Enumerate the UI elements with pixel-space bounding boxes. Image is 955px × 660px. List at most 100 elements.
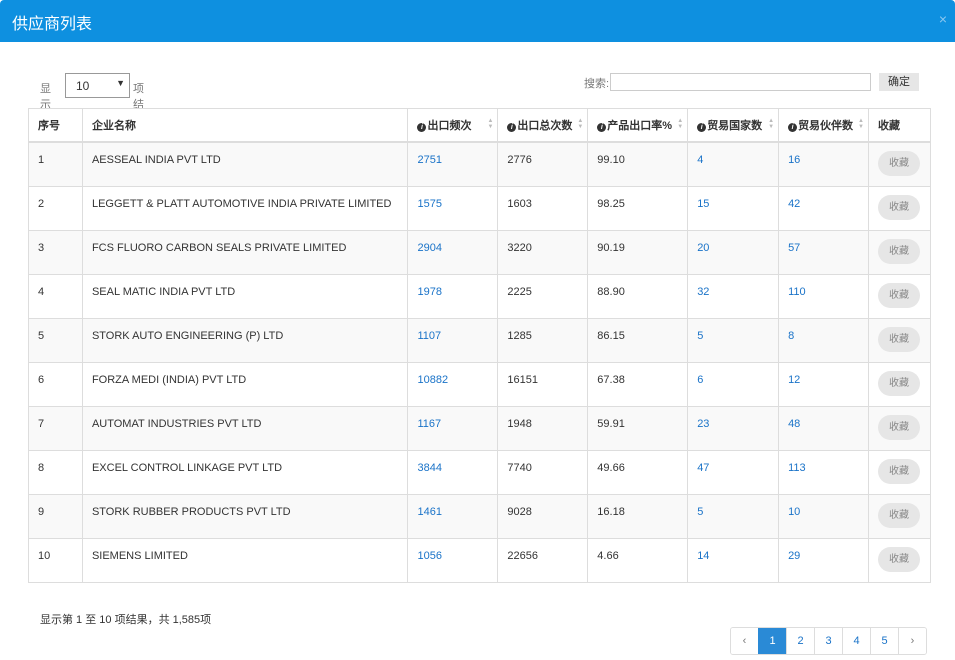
table-row: 10 SIEMENS LIMITED 1056 22656 4.66 14 29 收藏: [28, 537, 932, 583]
row-number-cell: 4: [38, 285, 45, 298]
export-rate-cell: 4.66: [587, 537, 689, 583]
favorite-button[interactable]: 收藏: [877, 194, 920, 220]
trade-partners-link[interactable]: 57: [788, 242, 800, 254]
export-freq-link[interactable]: 1461: [417, 506, 441, 518]
column-header-label: 出口频次: [427, 120, 472, 132]
export-rate-cell: 86.15: [597, 329, 625, 342]
export-total-cell: 2225: [507, 285, 532, 298]
favorite-button[interactable]: 收藏: [877, 326, 920, 352]
favorite-button[interactable]: 收藏: [877, 546, 920, 572]
row-number-cell: 10: [38, 549, 51, 562]
search-input[interactable]: [610, 73, 871, 91]
export-rate-cell: 88.90: [587, 273, 689, 319]
trade-partners-link[interactable]: 110: [788, 286, 806, 298]
page-button-2[interactable]: 2: [786, 628, 814, 654]
export-rate-cell: 59.91: [587, 405, 689, 451]
trade-partners-link[interactable]: 48: [788, 418, 800, 430]
trade-partners-link[interactable]: 16: [788, 154, 800, 166]
page-length-select[interactable]: 10 ▼: [65, 73, 130, 98]
export-freq-link[interactable]: 2904: [417, 242, 441, 254]
row-number-cell: 9: [38, 505, 45, 518]
export-total-cell: 3220: [507, 241, 532, 254]
favorite-cell: 收藏: [867, 229, 932, 275]
search-confirm-button[interactable]: 确定: [879, 73, 919, 91]
row-number-cell: 7: [38, 417, 45, 430]
trade-countries-cell: 5: [687, 493, 780, 539]
company-name-cell: LEGGETT & PLATT AUTOMOTIVE INDIA PRIVATE…: [91, 197, 392, 210]
trade-countries-link[interactable]: 20: [697, 242, 709, 254]
sort-icon: ▲ ▼: [487, 118, 494, 130]
column-header-label: 贸易伙伴数: [798, 120, 854, 132]
export-freq-cell: 1978: [407, 273, 499, 319]
export-freq-link[interactable]: 2751: [417, 154, 441, 166]
trade-partners-link[interactable]: 8: [788, 330, 794, 342]
trade-countries-link[interactable]: 32: [697, 286, 709, 298]
export-freq-cell: 1167: [407, 405, 499, 451]
export-freq-link[interactable]: 1167: [417, 418, 441, 430]
trade-countries-link[interactable]: 5: [697, 506, 703, 518]
export-freq-link[interactable]: 10882: [417, 374, 448, 386]
trade-partners-link[interactable]: 42: [788, 198, 800, 210]
export-freq-cell: 1461: [407, 493, 499, 539]
column-header-total[interactable]: i 出口总次数 ▲ ▼: [497, 108, 589, 143]
info-icon: i: [417, 123, 427, 132]
favorite-button[interactable]: 收藏: [877, 238, 920, 264]
row-number-cell: 10: [28, 537, 83, 583]
trade-countries-link[interactable]: 5: [697, 330, 703, 342]
row-number-cell: 8: [28, 449, 83, 495]
export-freq-link[interactable]: 1056: [417, 550, 441, 562]
page-button-4[interactable]: 4: [842, 628, 870, 654]
next-page-button[interactable]: ›: [898, 628, 926, 654]
trade-partners-link[interactable]: 29: [788, 550, 800, 562]
page-button-3[interactable]: 3: [814, 628, 842, 654]
trade-countries-link[interactable]: 4: [697, 154, 703, 166]
pagination: ‹ 1 2 3 4 5 ›: [730, 627, 927, 655]
export-freq-link[interactable]: 3844: [417, 462, 441, 474]
trade-countries-link[interactable]: 23: [697, 418, 709, 430]
export-freq-cell: 10882: [407, 361, 499, 407]
favorite-cell: 收藏: [867, 449, 932, 495]
company-name-cell: FCS FLUORO CARBON SEALS PRIVATE LIMITED: [91, 241, 347, 254]
trade-countries-link[interactable]: 47: [697, 462, 709, 474]
export-rate-cell: 67.38: [597, 373, 625, 386]
trade-partners-link[interactable]: 113: [788, 462, 806, 474]
favorite-button[interactable]: 收藏: [877, 370, 920, 396]
trade-partners-link[interactable]: 12: [788, 374, 800, 386]
export-rate-cell: 99.10: [597, 154, 625, 166]
export-total-cell: 16151: [497, 361, 589, 407]
favorite-button[interactable]: 收藏: [877, 458, 920, 484]
page-button-5[interactable]: 5: [870, 628, 898, 654]
column-header-favorite: 收藏: [867, 108, 932, 143]
company-name-cell: LEGGETT & PLATT AUTOMOTIVE INDIA PRIVATE…: [81, 185, 409, 231]
trade-partners-cell: 48: [778, 405, 869, 451]
column-header-label: 产品出口率%: [607, 120, 673, 132]
trade-countries-link[interactable]: 6: [697, 374, 703, 386]
export-freq-link[interactable]: 1575: [417, 198, 441, 210]
info-icon: i: [597, 123, 607, 132]
column-header-countries[interactable]: i 贸易国家数 ▲ ▼: [687, 108, 780, 143]
trade-partners-cell: 42: [778, 185, 869, 231]
close-icon[interactable]: ×: [939, 11, 947, 27]
company-name-cell: STORK RUBBER PRODUCTS PVT LTD: [81, 493, 409, 539]
table-header-row: 序号 企业名称 i 出口频次 ▲ ▼ i 出口总次数 ▲ ▼ i 产品出口率% ▲ ▼ i 贸易国家…: [28, 108, 932, 143]
page-button-1[interactable]: 1: [758, 628, 786, 654]
column-header-partners[interactable]: i 贸易伙伴数 ▲ ▼: [778, 108, 869, 143]
export-freq-link[interactable]: 1107: [417, 330, 441, 342]
company-name-cell: FCS FLUORO CARBON SEALS PRIVATE LIMITED: [81, 229, 409, 275]
prev-page-button[interactable]: ‹: [731, 628, 758, 654]
favorite-button[interactable]: 收藏: [877, 151, 920, 176]
favorite-button[interactable]: 收藏: [877, 502, 920, 528]
column-header-no: 序号: [28, 108, 83, 143]
favorite-button[interactable]: 收藏: [877, 282, 920, 308]
export-freq-link[interactable]: 1978: [417, 286, 441, 298]
favorite-button[interactable]: 收藏: [877, 414, 920, 440]
export-total-cell: 9028: [507, 505, 532, 518]
sort-icon: ▲ ▼: [577, 118, 584, 130]
trade-partners-link[interactable]: 10: [788, 506, 800, 518]
column-header-rate[interactable]: i 产品出口率% ▲ ▼: [587, 108, 689, 143]
export-rate-cell: 98.25: [587, 185, 689, 231]
column-header-freq[interactable]: i 出口频次 ▲ ▼: [407, 108, 499, 143]
trade-countries-link[interactable]: 14: [697, 550, 709, 562]
table-row: 9 STORK RUBBER PRODUCTS PVT LTD 1461 9028 16…: [28, 493, 932, 539]
trade-countries-link[interactable]: 15: [697, 198, 709, 210]
